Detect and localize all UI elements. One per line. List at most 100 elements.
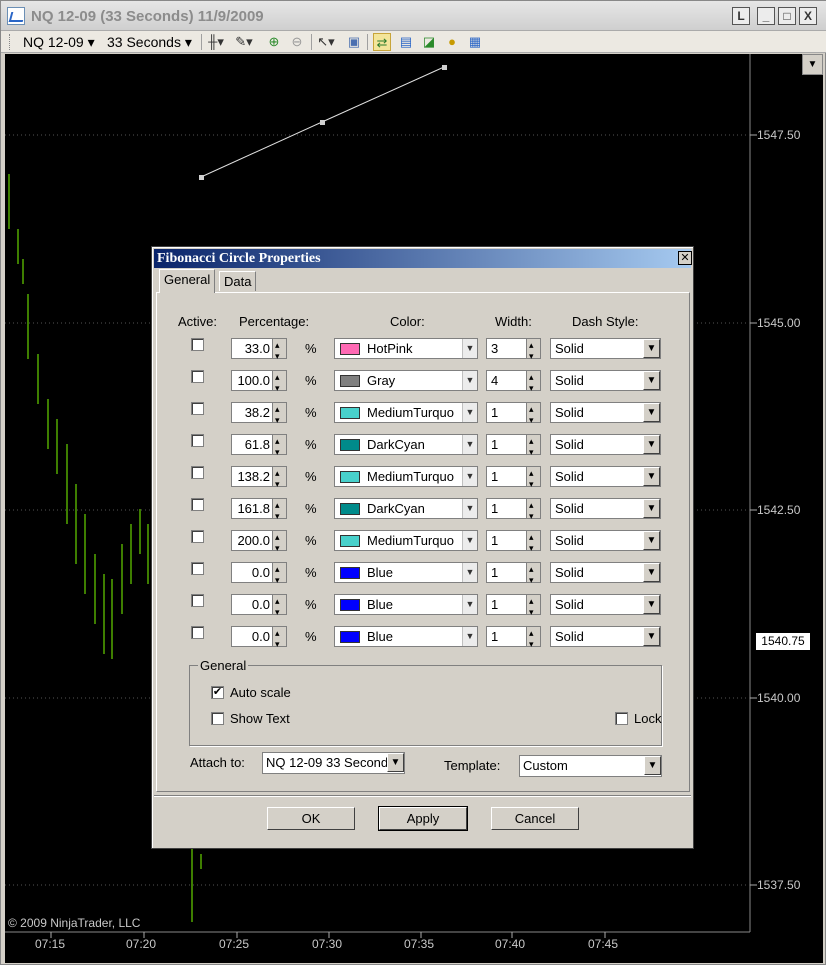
percentage-spinner[interactable] [272, 432, 286, 462]
color-select[interactable]: Blue ▼ [334, 594, 478, 615]
active-checkbox[interactable] [191, 626, 204, 639]
color-select[interactable]: MediumTurquo ▼ [334, 466, 478, 487]
dash-style-select[interactable]: Solid ▼ [550, 402, 661, 423]
percentage-spinner[interactable] [272, 464, 286, 494]
dialog-close-button[interactable]: ✕ [678, 251, 692, 265]
zoom-in-icon[interactable]: ⊕ [265, 33, 283, 51]
percentage-input[interactable]: 161.8 [231, 496, 287, 526]
color-select[interactable]: Blue ▼ [334, 626, 478, 647]
width-input[interactable]: 1 [486, 464, 541, 494]
cursor-icon[interactable]: ↖▾ [317, 33, 335, 51]
apply-button[interactable]: Apply [378, 806, 468, 831]
color-select[interactable]: MediumTurquo ▼ [334, 530, 478, 551]
lock-checkbox[interactable] [615, 712, 628, 725]
width-spinner[interactable] [526, 464, 540, 494]
active-checkbox[interactable] [191, 466, 204, 479]
active-checkbox[interactable] [191, 562, 204, 575]
percentage-spinner[interactable] [272, 528, 286, 558]
data-box-icon[interactable]: ▣ [345, 33, 363, 51]
close-button[interactable]: X [799, 7, 817, 25]
title-bar[interactable]: NQ 12-09 (33 Seconds) 11/9/2009 L _ □ X [1, 1, 826, 31]
width-input[interactable]: 1 [486, 432, 541, 462]
width-spinner[interactable] [526, 432, 540, 462]
toolbar-grip[interactable] [9, 34, 12, 50]
dash-style-select[interactable]: Solid ▼ [550, 562, 661, 583]
dash-style-select[interactable]: Solid ▼ [550, 594, 661, 615]
auto-scale-checkbox[interactable]: ✔ [211, 686, 224, 699]
width-spinner[interactable] [526, 336, 540, 366]
dash-style-select[interactable]: Solid ▼ [550, 530, 661, 551]
active-checkbox[interactable] [191, 338, 204, 351]
chart-menu-button[interactable]: ▼ [802, 54, 823, 75]
data-grid-icon[interactable]: ▦ [466, 33, 484, 51]
maximize-button[interactable]: □ [778, 7, 796, 25]
width-input[interactable]: 1 [486, 400, 541, 430]
width-input[interactable]: 1 [486, 496, 541, 526]
properties-icon[interactable]: ▤ [397, 33, 415, 51]
percentage-spinner[interactable] [272, 592, 286, 622]
active-checkbox[interactable] [191, 370, 204, 383]
bar-type-icon[interactable]: ╫▾ [207, 33, 225, 51]
zoom-out-icon[interactable]: ⊖ [288, 33, 306, 51]
attach-to-select[interactable]: NQ 12-09 33 Seconds ▼ [262, 752, 405, 774]
dialog-title-bar[interactable]: Fibonacci Circle Properties ✕ [154, 249, 692, 268]
show-text-checkbox[interactable] [211, 712, 224, 725]
percentage-input[interactable]: 61.8 [231, 432, 287, 462]
percentage-input[interactable]: 33.0 [231, 336, 287, 366]
color-select[interactable]: HotPink ▼ [334, 338, 478, 359]
drawing-tool-icon[interactable]: ✎▾ [235, 33, 253, 51]
strategy-icon[interactable]: ● [443, 33, 461, 51]
active-checkbox[interactable] [191, 530, 204, 543]
link-button[interactable]: L [732, 7, 750, 25]
percentage-input[interactable]: 100.0 [231, 368, 287, 398]
percentage-spinner[interactable] [272, 560, 286, 590]
width-spinner[interactable] [526, 400, 540, 430]
minimize-button[interactable]: _ [757, 7, 775, 25]
dash-style-select[interactable]: Solid ▼ [550, 434, 661, 455]
width-spinner[interactable] [526, 496, 540, 526]
width-spinner[interactable] [526, 560, 540, 590]
dash-style-select[interactable]: Solid ▼ [550, 498, 661, 519]
percentage-input[interactable]: 200.0 [231, 528, 287, 558]
active-checkbox[interactable] [191, 594, 204, 607]
percentage-input[interactable]: 0.0 [231, 592, 287, 622]
tab-data[interactable]: Data [219, 271, 257, 291]
percentage-input[interactable]: 0.0 [231, 560, 287, 590]
active-checkbox[interactable] [191, 498, 204, 511]
percentage-spinner[interactable] [272, 368, 286, 398]
width-input[interactable]: 4 [486, 368, 541, 398]
width-input[interactable]: 1 [486, 560, 541, 590]
cancel-button[interactable]: Cancel [491, 807, 579, 830]
percentage-spinner[interactable] [272, 496, 286, 526]
percentage-spinner[interactable] [272, 400, 286, 430]
ok-button[interactable]: OK [267, 807, 355, 830]
color-select[interactable]: Blue ▼ [334, 562, 478, 583]
color-select[interactable]: DarkCyan ▼ [334, 498, 478, 519]
template-select[interactable]: Custom ▼ [519, 755, 662, 777]
color-select[interactable]: Gray ▼ [334, 370, 478, 391]
percentage-spinner[interactable] [272, 624, 286, 654]
width-spinner[interactable] [526, 624, 540, 654]
color-select[interactable]: MediumTurquo ▼ [334, 402, 478, 423]
percentage-input[interactable]: 0.0 [231, 624, 287, 654]
instrument-selector[interactable]: NQ 12-09 ▾ [23, 34, 95, 51]
percentage-input[interactable]: 138.2 [231, 464, 287, 494]
chart-trader-icon[interactable]: ⇄ [373, 33, 391, 51]
width-input[interactable]: 1 [486, 592, 541, 622]
width-input[interactable]: 3 [486, 336, 541, 366]
width-spinner[interactable] [526, 528, 540, 558]
width-input[interactable]: 1 [486, 624, 541, 654]
percentage-input[interactable]: 38.2 [231, 400, 287, 430]
dash-style-select[interactable]: Solid ▼ [550, 466, 661, 487]
active-checkbox[interactable] [191, 434, 204, 447]
width-spinner[interactable] [526, 592, 540, 622]
color-select[interactable]: DarkCyan ▼ [334, 434, 478, 455]
interval-selector[interactable]: 33 Seconds ▾ [107, 34, 192, 51]
dash-style-select[interactable]: Solid ▼ [550, 626, 661, 647]
dash-style-select[interactable]: Solid ▼ [550, 338, 661, 359]
width-spinner[interactable] [526, 368, 540, 398]
dash-style-select[interactable]: Solid ▼ [550, 370, 661, 391]
tab-general[interactable]: General [159, 269, 216, 293]
width-input[interactable]: 1 [486, 528, 541, 558]
indicators-icon[interactable]: ◪ [420, 33, 438, 51]
